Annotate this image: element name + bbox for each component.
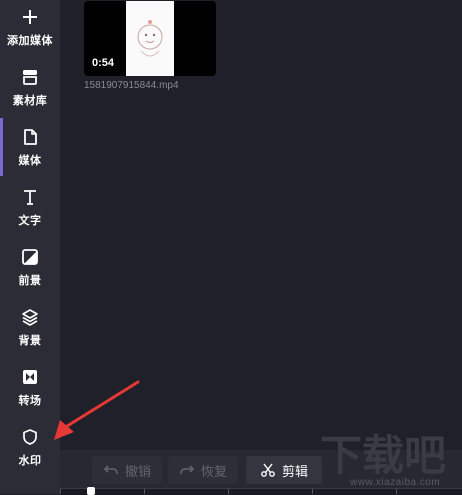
sidebar-item-label: 转场 (18, 395, 42, 407)
sidebar-item-background[interactable]: 背景 (0, 306, 60, 362)
cartoon-figure-icon (137, 20, 163, 57)
undo-icon (103, 465, 118, 474)
video-thumbnail-image (126, 1, 174, 76)
sidebar-item-label: 媒体 (18, 155, 42, 167)
sidebar-item-label: 添加媒体 (7, 35, 53, 47)
left-sidebar: 添加媒体 素材库 媒体 文字 前景 背景 转场 水印 (0, 0, 60, 494)
sidebar-item-label: 文字 (18, 215, 42, 227)
video-duration: 0:54 (92, 57, 115, 69)
sidebar-item-library[interactable]: 素材库 (0, 66, 60, 122)
plus-icon (23, 10, 37, 24)
sidebar-item-label: 素材库 (12, 95, 48, 107)
sidebar-item-foreground[interactable]: 前景 (0, 246, 60, 302)
layers-icon (22, 309, 38, 326)
sidebar-item-label: 水印 (18, 455, 42, 467)
watermark-logo-text: 下载吧 (320, 431, 446, 480)
text-icon (24, 190, 36, 205)
redo-label: 恢复 (200, 463, 227, 479)
ruler-tick (60, 489, 61, 494)
media-filename: 1581907915844.mp4 (84, 80, 179, 91)
sidebar-item-label: 前景 (18, 275, 42, 287)
media-thumbnail[interactable]: 0:54 (84, 1, 216, 76)
undo-button[interactable]: 撤销 (92, 456, 162, 484)
scissors-icon (261, 463, 275, 477)
ruler-tick (144, 489, 145, 494)
file-icon (24, 129, 37, 145)
watermark-site-text: www.xiazaiba.com (350, 477, 441, 488)
cut-label: 剪辑 (281, 463, 308, 479)
sidebar-item-text[interactable]: 文字 (0, 186, 60, 242)
sidebar-item-label: 背景 (18, 335, 42, 347)
redo-icon (180, 465, 195, 474)
library-icon (23, 70, 37, 85)
sidebar-item-watermark[interactable]: 水印 (0, 426, 60, 482)
shield-icon (23, 429, 37, 445)
undo-label: 撤销 (124, 463, 151, 479)
sidebar-item-add-media[interactable]: 添加媒体 (0, 6, 60, 62)
redo-button[interactable]: 恢复 (168, 456, 238, 484)
sidebar-item-transition[interactable]: 转场 (0, 366, 60, 422)
foreground-icon (22, 249, 38, 265)
ruler-tick (312, 489, 313, 494)
cut-button[interactable]: 剪辑 (246, 456, 322, 484)
ruler-tick (228, 489, 229, 494)
transition-icon (23, 370, 37, 384)
sidebar-item-media[interactable]: 媒体 (0, 118, 60, 182)
